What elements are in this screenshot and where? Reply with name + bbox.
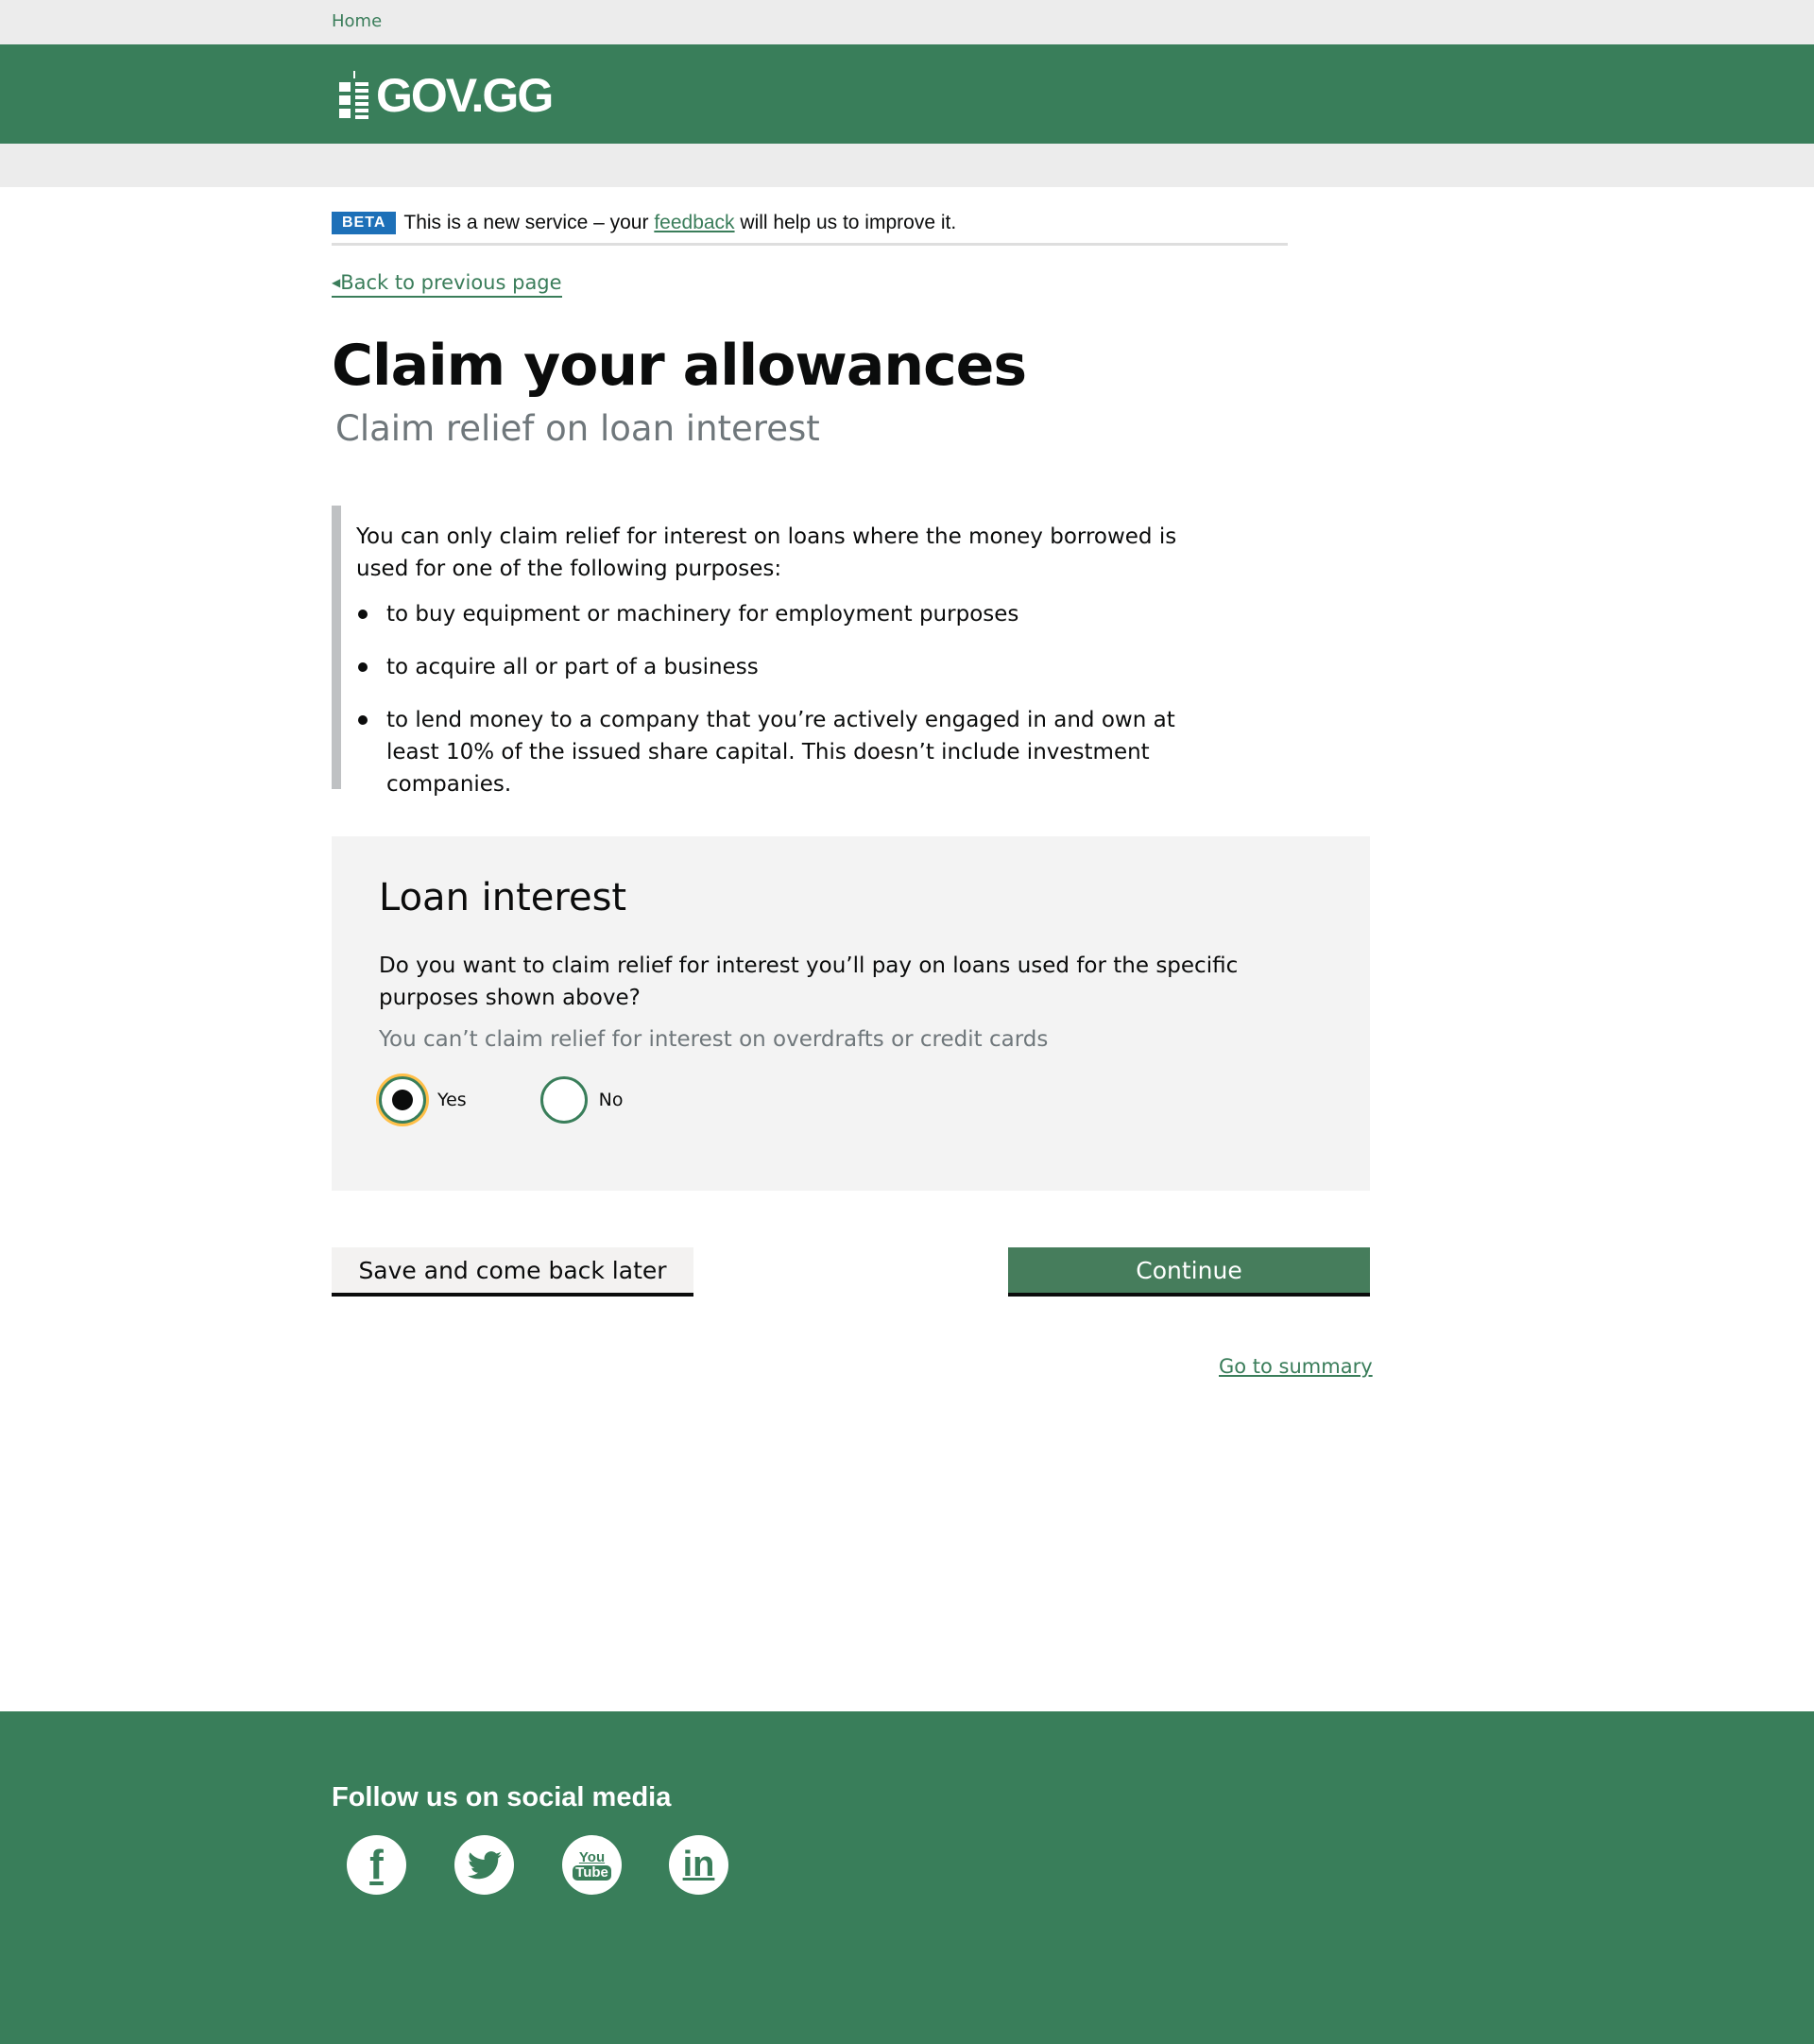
list-item: to buy equipment or machinery for employ… — [356, 598, 1229, 630]
beta-text-after: will help us to improve it. — [740, 212, 957, 233]
youtube-icon[interactable]: You Tube — [562, 1835, 622, 1895]
hint-text: You can’t claim relief for interest on o… — [379, 1027, 1049, 1052]
radio-no-input[interactable] — [539, 1076, 588, 1124]
beta-tag: BETA — [332, 212, 397, 234]
gov-gg-logo[interactable]: GOV.GG — [336, 68, 554, 123]
loan-interest-fieldset: Loan interest Do you want to claim relie… — [332, 836, 1370, 1191]
radio-no-label: No — [598, 1090, 624, 1110]
footer — [0, 1711, 1814, 2044]
radio-yes-label: Yes — [437, 1090, 467, 1110]
top-bar — [0, 0, 1814, 44]
list-item: to acquire all or part of a business — [356, 651, 1229, 683]
fieldset-heading: Loan interest — [379, 876, 627, 919]
inset-intro: You can only claim relief for interest o… — [356, 524, 1177, 581]
inset-text: You can only claim relief for interest o… — [332, 506, 1229, 797]
continue-button[interactable]: Continue — [1008, 1247, 1370, 1297]
page-subtitle: Claim relief on loan interest — [335, 408, 820, 449]
beta-text-before: This is a new service – your — [403, 212, 649, 233]
back-link-label: Back to previous page — [340, 271, 562, 294]
crest-icon — [339, 71, 368, 119]
twitter-icon[interactable] — [454, 1835, 514, 1895]
feedback-link[interactable]: feedback — [654, 212, 734, 234]
header-band — [0, 144, 1814, 187]
radio-group: Yes No — [379, 1076, 1323, 1124]
facebook-icon[interactable]: f — [347, 1835, 406, 1895]
radio-no[interactable]: No — [539, 1076, 624, 1124]
caret-left-icon: ◀ — [332, 276, 341, 289]
breadcrumb-home[interactable]: Home — [332, 11, 382, 31]
site-header — [0, 44, 1814, 144]
logo-text: GOV.GG — [376, 69, 554, 122]
footer-heading: Follow us on social media — [332, 1782, 672, 1812]
question-text: Do you want to claim relief for interest… — [379, 953, 1239, 1010]
radio-yes-input[interactable] — [379, 1076, 426, 1124]
list-item: to lend money to a company that you’re a… — [356, 704, 1229, 800]
save-and-come-back-button[interactable]: Save and come back later — [332, 1247, 693, 1297]
beta-banner: BETA This is a new service – your feedba… — [332, 212, 1288, 246]
go-to-summary-link[interactable]: Go to summary — [1219, 1355, 1373, 1378]
back-link[interactable]: ◀Back to previous page — [332, 271, 562, 298]
page-title: Claim your allowances — [332, 333, 1027, 399]
radio-yes[interactable]: Yes — [379, 1076, 467, 1124]
linkedin-icon[interactable]: in — [669, 1835, 728, 1895]
purpose-list: to buy equipment or machinery for employ… — [356, 598, 1229, 800]
